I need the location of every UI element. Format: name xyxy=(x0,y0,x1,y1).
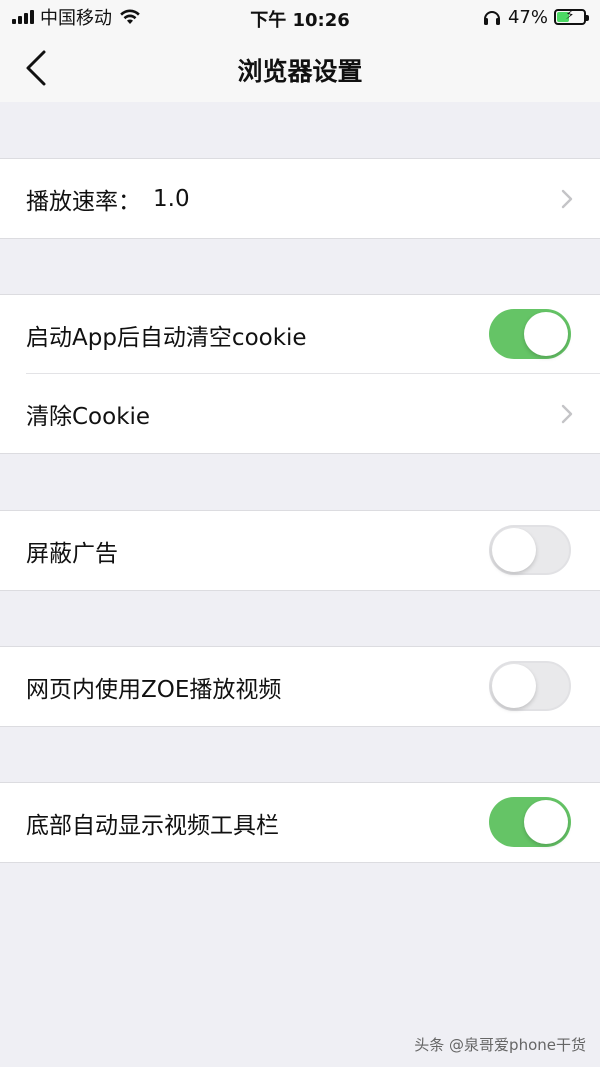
battery-icon: ⚡ xyxy=(554,8,589,25)
auto-clear-cookie-label: 启动App后自动清空cookie xyxy=(26,324,307,351)
headphones-icon xyxy=(483,11,500,25)
clear-cookie-label: 清除Cookie xyxy=(26,403,151,430)
battery-percent: 47% xyxy=(507,6,548,28)
settings-group-zoe: 网页内使用ZOE播放视频 xyxy=(0,646,600,727)
toggle-knob xyxy=(524,312,568,356)
status-right: 47% ⚡ xyxy=(482,0,589,34)
toggle-knob xyxy=(492,528,536,572)
nav-bar: 浏览器设置 xyxy=(0,34,600,102)
watermark: 头条 @泉哥爱phone干货 xyxy=(414,1036,586,1054)
block-ads-toggle[interactable] xyxy=(489,525,571,575)
settings-group-cookies: 启动App后自动清空cookie 清除Cookie xyxy=(0,294,600,454)
zoe-player-row: 网页内使用ZOE播放视频 xyxy=(0,647,600,726)
clear-cookie-row[interactable]: 清除Cookie xyxy=(0,373,600,453)
playback-rate-value: 1.0 xyxy=(153,185,190,212)
page-title: 浏览器设置 xyxy=(237,57,363,86)
toggle-knob xyxy=(492,664,536,708)
video-toolbar-label: 底部自动显示视频工具栏 xyxy=(26,812,279,839)
playback-rate-label: 播放速率： xyxy=(26,188,141,215)
toggle-knob xyxy=(524,800,568,844)
settings-group-playback: 播放速率： 1.0 xyxy=(0,158,600,239)
block-ads-row: 屏蔽广告 xyxy=(0,511,600,590)
chevron-right-icon xyxy=(561,404,573,424)
auto-clear-cookie-row: 启动App后自动清空cookie xyxy=(0,295,600,374)
zoe-player-toggle[interactable] xyxy=(489,661,571,711)
settings-group-ads: 屏蔽广告 xyxy=(0,510,600,591)
charging-icon: ⚡ xyxy=(565,8,575,23)
block-ads-label: 屏蔽广告 xyxy=(26,540,118,567)
settings-group-toolbar: 底部自动显示视频工具栏 xyxy=(0,782,600,863)
chevron-right-icon xyxy=(561,189,573,209)
zoe-player-label: 网页内使用ZOE播放视频 xyxy=(26,676,282,703)
video-toolbar-row: 底部自动显示视频工具栏 xyxy=(0,783,600,862)
status-bar: 中国移动 下午 10:26 47% ⚡ xyxy=(0,0,600,34)
video-toolbar-toggle[interactable] xyxy=(489,797,571,847)
auto-clear-cookie-toggle[interactable] xyxy=(489,309,571,359)
playback-rate-row[interactable]: 播放速率： 1.0 xyxy=(0,159,600,238)
